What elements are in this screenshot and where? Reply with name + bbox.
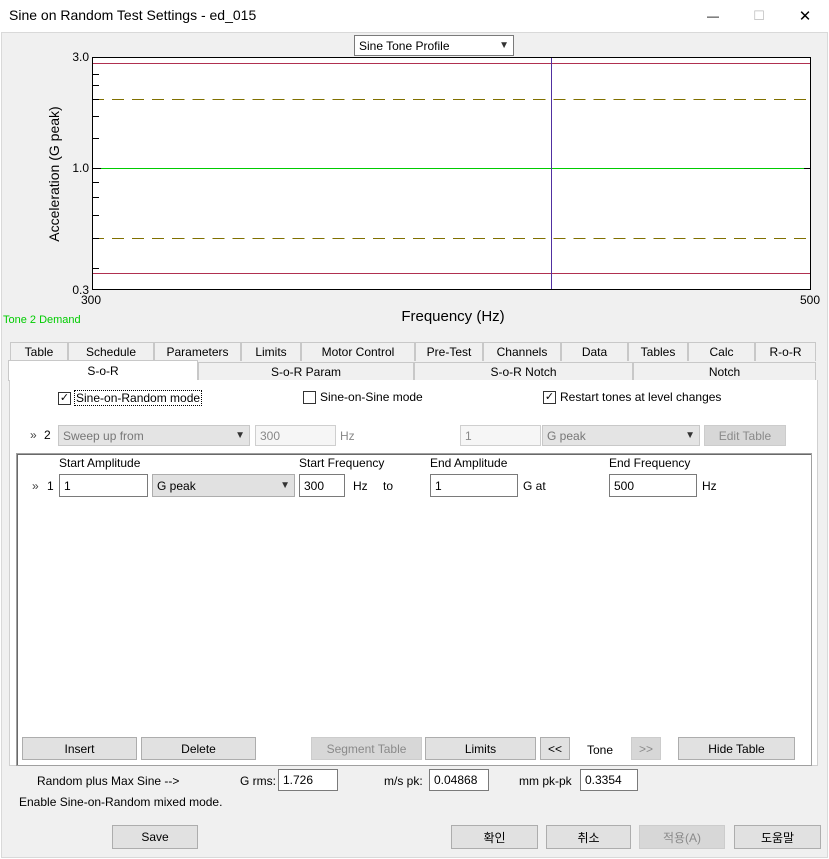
start-amplitude-field[interactable]: 1 <box>59 474 148 497</box>
limits-button[interactable]: Limits <box>425 737 536 760</box>
header-end-amplitude: End Amplitude <box>430 456 508 470</box>
start-frequency-field[interactable]: 300 <box>299 474 345 497</box>
tab-pre-test[interactable]: Pre-Test <box>415 342 483 361</box>
tone-freq-field[interactable]: 300 <box>255 425 336 446</box>
plot-area[interactable] <box>92 57 811 290</box>
x-axis-label: Frequency (Hz) <box>401 308 505 325</box>
next-tone-button[interactable]: >> <box>631 737 661 760</box>
tone-hz-label: Hz <box>340 429 355 443</box>
tab-s-o-r[interactable]: S-o-R <box>8 360 198 381</box>
checkbox-unchecked-icon <box>303 390 316 404</box>
sweep-select[interactable]: Sweep up from ▼ <box>58 425 250 446</box>
end-hz-label: Hz <box>702 479 717 493</box>
lower-alarm-line <box>93 238 810 239</box>
segment-table-panel <box>16 453 812 766</box>
window-title: Sine on Random Test Settings - ed_015 <box>9 7 257 23</box>
grms-label: G rms: <box>240 774 276 788</box>
end-amplitude-field[interactable]: 1 <box>430 474 518 497</box>
legend-tone2-demand: Tone 2 Demand <box>3 314 81 326</box>
header-start-amplitude: Start Amplitude <box>59 456 141 470</box>
tab-r-o-r[interactable]: R-o-R <box>755 342 816 361</box>
mm-pk-pk-label: mm pk-pk <box>519 774 572 788</box>
amplitude-unit-select[interactable]: G peak ▼ <box>152 474 295 497</box>
title-bar: Sine on Random Test Settings - ed_015 — … <box>0 0 829 32</box>
lower-abort-line <box>93 273 810 274</box>
edit-table-button[interactable]: Edit Table <box>704 425 786 446</box>
upper-alarm-line <box>93 99 810 100</box>
tab-schedule[interactable]: Schedule <box>68 342 154 361</box>
ms-pk-label: m/s pk: <box>384 774 423 788</box>
close-icon: ✕ <box>798 8 812 25</box>
g-at-label: G at <box>523 479 546 493</box>
mm-pk-pk-field[interactable]: 0.3354 <box>580 769 638 791</box>
maximize-icon: ☐ <box>753 8 765 23</box>
grms-field[interactable]: 1.726 <box>278 769 338 791</box>
checkbox-checked-icon: ✓ <box>543 390 556 404</box>
tab-s-o-r-param[interactable]: S-o-R Param <box>198 362 414 381</box>
random-plus-max-sine-label: Random plus Max Sine --> <box>37 774 180 788</box>
end-frequency-field[interactable]: 500 <box>609 474 697 497</box>
profile-select[interactable]: Sine Tone Profile ▼ <box>354 35 514 56</box>
apply-button[interactable]: 적용(A) <box>639 825 725 849</box>
segment-table-button[interactable]: Segment Table <box>311 737 422 760</box>
cursor-line[interactable] <box>551 58 552 289</box>
header-start-frequency: Start Frequency <box>299 456 385 470</box>
chevron-down-icon: ▼ <box>499 40 509 51</box>
save-button[interactable]: Save <box>112 825 198 849</box>
close-button[interactable]: ✕ <box>782 0 828 32</box>
to-label: to <box>383 479 394 493</box>
tab-parameters[interactable]: Parameters <box>154 342 241 361</box>
sos-mode-checkbox[interactable]: Sine-on-Sine mode <box>303 390 423 404</box>
tab-calc[interactable]: Calc <box>688 342 755 361</box>
tab-data[interactable]: Data <box>561 342 628 361</box>
delete-button[interactable]: Delete <box>141 737 256 760</box>
tone-unit-select[interactable]: G peak ▼ <box>542 425 700 446</box>
tab-tables[interactable]: Tables <box>628 342 688 361</box>
chevron-down-icon: ▼ <box>685 430 695 441</box>
status-text: Enable Sine-on-Random mixed mode. <box>19 795 223 809</box>
row-marker-icon: » <box>32 479 39 493</box>
tab-motor-control[interactable]: Motor Control <box>301 342 415 361</box>
checkbox-checked-icon: ✓ <box>58 391 71 405</box>
profile-select-value: Sine Tone Profile <box>359 38 450 53</box>
upper-abort-line <box>93 63 810 64</box>
minimize-button[interactable]: — <box>690 0 736 32</box>
tab-limits[interactable]: Limits <box>241 342 301 361</box>
chevron-down-icon: ▼ <box>235 430 245 441</box>
ms-pk-field[interactable]: 0.04868 <box>429 769 489 791</box>
tab-channels[interactable]: Channels <box>483 342 561 361</box>
insert-button[interactable]: Insert <box>22 737 137 760</box>
demand-line <box>93 168 810 169</box>
start-hz-label: Hz <box>353 479 368 493</box>
x-tick-label: 500 <box>800 293 821 307</box>
tab-s-o-r-notch[interactable]: S-o-R Notch <box>414 362 633 381</box>
sor-mode-checkbox[interactable]: ✓ Sine-on-Random mode <box>58 390 203 406</box>
ok-button[interactable]: 확인 <box>451 825 538 849</box>
x-tick-label: 300 <box>81 293 102 307</box>
y-tick-label: 3.0 <box>72 50 89 64</box>
hide-table-button[interactable]: Hide Table <box>678 737 795 760</box>
help-button[interactable]: 도움말 <box>734 825 821 849</box>
minimize-icon: — <box>707 9 719 23</box>
y-axis-label: Acceleration (G peak) <box>46 106 62 242</box>
chevron-down-icon: ▼ <box>280 480 290 491</box>
y-tick-label: 1.0 <box>72 161 89 175</box>
tone-value-field[interactable]: 1 <box>460 425 541 446</box>
tab-notch[interactable]: Notch <box>633 362 816 381</box>
previous-tone-button[interactable]: << <box>540 737 570 760</box>
row-index: 1 <box>47 479 54 493</box>
tone-index: 2 <box>44 428 51 442</box>
tab-table[interactable]: Table <box>10 342 68 361</box>
header-end-frequency: End Frequency <box>609 456 691 470</box>
restart-tones-checkbox[interactable]: ✓ Restart tones at level changes <box>543 390 721 404</box>
row-marker-icon: » <box>30 428 37 442</box>
tone-label: Tone <box>587 743 614 757</box>
maximize-button[interactable]: ☐ <box>736 0 782 32</box>
cancel-button[interactable]: 취소 <box>546 825 631 849</box>
